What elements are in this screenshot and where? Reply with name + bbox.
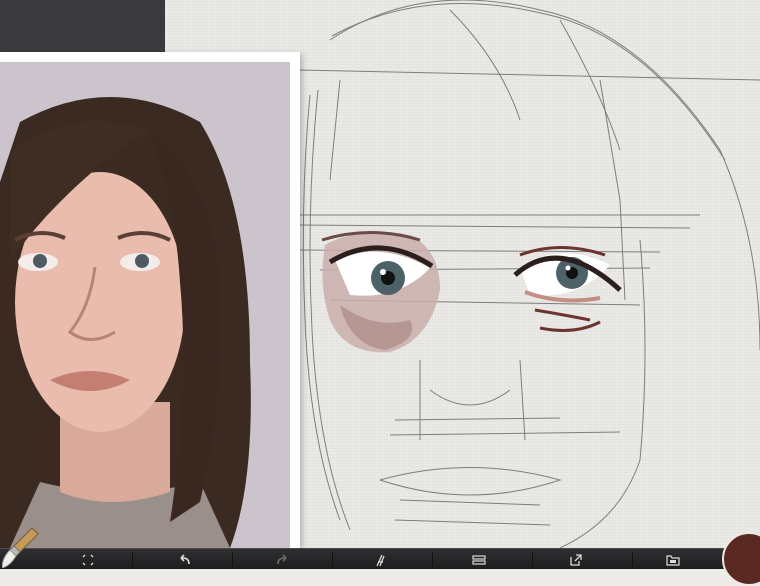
- brush-pen-icon: [376, 554, 385, 566]
- toolbar-separator: [532, 552, 533, 567]
- toolbar-separator: [232, 552, 233, 567]
- redo-arrow-icon: [277, 553, 287, 564]
- painted-eye-left: [321, 231, 440, 353]
- undo-arrow-icon: [180, 553, 190, 564]
- move-arrows-icon: [82, 554, 94, 565]
- share-export-icon: [570, 553, 582, 566]
- toolbar-separator: [432, 552, 433, 567]
- brush-icon[interactable]: [2, 526, 42, 568]
- undo-button[interactable]: [165, 549, 205, 570]
- bottom-toolbar: [0, 548, 760, 569]
- dark-canvas-corner: [0, 0, 165, 52]
- transform-tool[interactable]: [68, 549, 108, 570]
- painted-eye-right: [513, 246, 622, 332]
- gallery-button[interactable]: [653, 549, 693, 570]
- layers-icon: [472, 554, 486, 565]
- toolbar-separator: [632, 552, 633, 567]
- redo-button[interactable]: [262, 549, 302, 570]
- layers-button[interactable]: [459, 549, 499, 570]
- folder-icon: [666, 554, 680, 566]
- toolbar-separator: [332, 552, 333, 567]
- toolbar-separator: [132, 552, 133, 567]
- reference-image-panel[interactable]: [0, 52, 300, 548]
- share-button[interactable]: [556, 549, 596, 570]
- reference-photo-image: [0, 62, 290, 548]
- brush-library-button[interactable]: [360, 549, 400, 570]
